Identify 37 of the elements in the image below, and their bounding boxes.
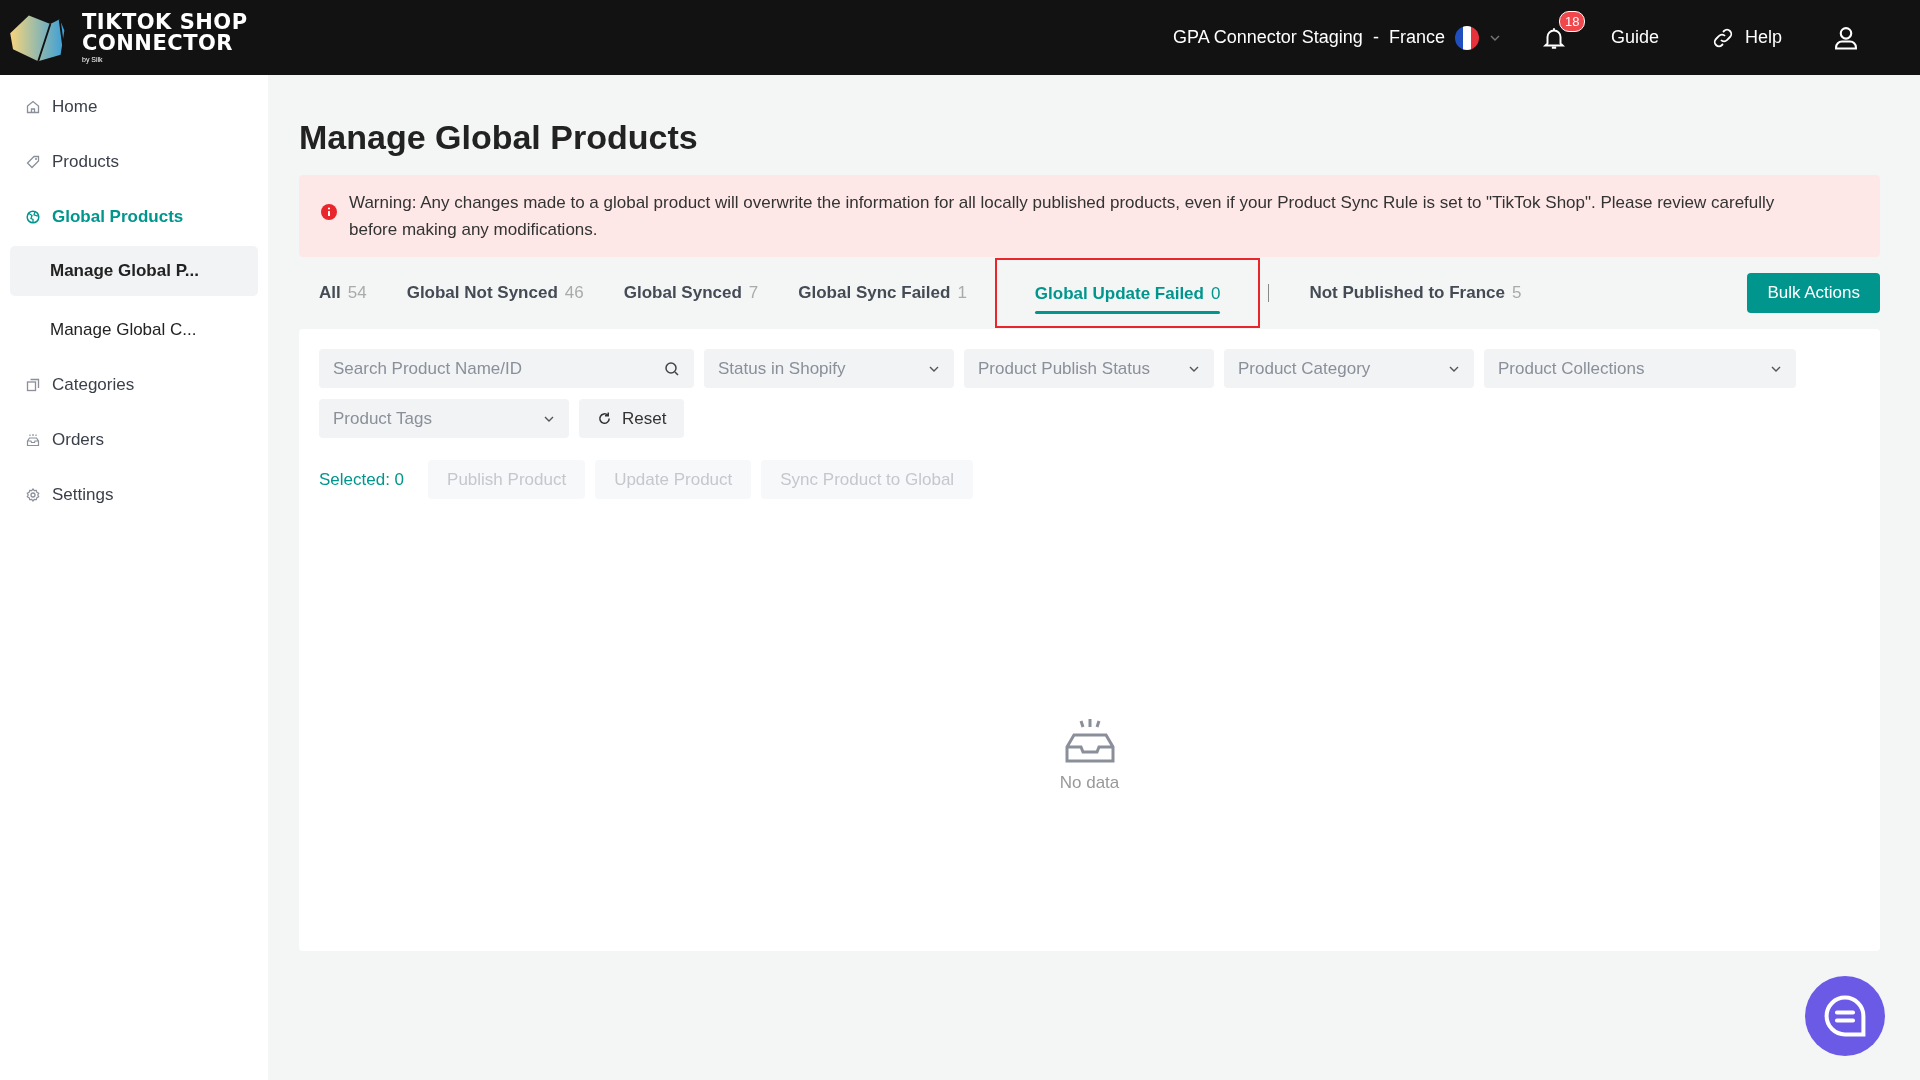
selected-count: Selected: 0 <box>319 469 405 490</box>
flag-icon <box>1454 25 1479 50</box>
filter-tab[interactable]: Global Sync Failed 1 <box>778 273 987 313</box>
filter-tab[interactable]: Not Published to France 5 <box>1289 273 1542 313</box>
empty-state-text: No data <box>1059 773 1120 793</box>
filter-tab[interactable]: All 54 <box>299 273 387 313</box>
chat-icon <box>1822 993 1868 1039</box>
search-icon <box>664 361 680 377</box>
logo-text: TIKTOK SHOP <box>82 12 248 33</box>
sidebar-subitem[interactable]: Manage Global C... <box>10 305 258 355</box>
reset-button[interactable]: Reset <box>579 399 685 438</box>
page-title: Manage Global Products <box>299 118 699 157</box>
search-field[interactable]: Search Product Name/ID <box>319 349 694 388</box>
sidebar-item[interactable]: Home <box>0 79 268 134</box>
notification-badge: 18 <box>1558 10 1586 32</box>
sidebar-item[interactable]: Settings <box>0 467 268 522</box>
sidebar-item[interactable]: Categories <box>0 357 268 412</box>
copy-icon <box>26 377 40 392</box>
globe-icon <box>26 209 40 224</box>
bulk-actions-button[interactable]: Bulk Actions <box>1747 273 1880 313</box>
home-icon <box>26 99 40 114</box>
sidebar-item[interactable]: Products <box>0 134 268 189</box>
info-icon <box>321 204 337 220</box>
filter-tab[interactable]: Global Synced 7 <box>603 273 779 313</box>
inbox-icon <box>26 432 40 447</box>
warning-text: Warning: Any changes made to a global product will overwrite the information for all locally published products, even if your Product Sync Rule is set to "TikTok Shop". Please review carefully before making any modifications. <box>349 193 1775 239</box>
settings-icon <box>26 487 40 502</box>
tag-icon <box>26 154 40 169</box>
sidebar-item[interactable]: Orders <box>0 412 268 467</box>
filter-tab[interactable]: Global Not Synced 46 <box>386 273 604 313</box>
sidebar-item[interactable]: Global Products <box>0 189 268 244</box>
store-selector[interactable]: GPA Connector Staging - France <box>1173 17 1501 58</box>
help-link[interactable]: Help <box>1710 25 1782 50</box>
sidebar-subitem[interactable]: Manage Global P... <box>10 246 258 296</box>
logo-text: CONNECTOR <box>82 33 235 54</box>
guide-link[interactable]: Guide <box>1610 27 1659 48</box>
refresh-icon <box>597 411 612 426</box>
